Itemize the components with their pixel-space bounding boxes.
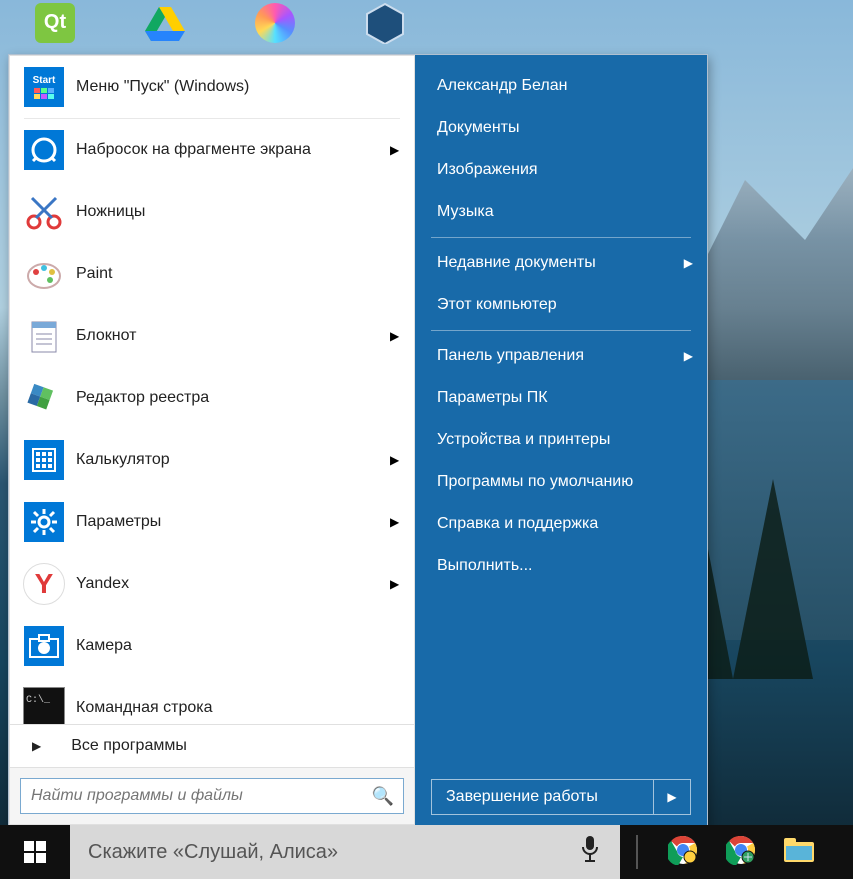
start-menu-app-label: Yandex <box>76 575 390 593</box>
desktop-shortcut-krita[interactable] <box>240 0 310 45</box>
start-menu-app-label: Paint <box>76 265 400 283</box>
start-menu-app-item[interactable]: Y Yandex▶ <box>10 553 414 615</box>
snip-icon <box>22 129 66 171</box>
start-menu-app-label: Ножницы <box>76 203 400 221</box>
start-menu-places-label: Документы <box>437 119 519 136</box>
submenu-arrow-icon: ▶ <box>390 453 400 467</box>
start-menu-places-item[interactable]: Справка и поддержка <box>415 503 707 545</box>
separator <box>431 237 691 238</box>
start-menu-places-item[interactable]: Музыка <box>415 191 707 233</box>
start-menu-places-item[interactable]: Программы по умолчанию <box>415 461 707 503</box>
start-menu-places-label: Выполнить... <box>437 557 533 574</box>
start-menu-places-item[interactable]: Александр Белан <box>415 65 707 107</box>
submenu-arrow-icon: ▶ <box>684 256 693 270</box>
search-container: 🔍 <box>10 767 414 824</box>
shutdown-button[interactable]: Завершение работы <box>432 780 653 814</box>
cmd-icon: C:\_ <box>22 687 66 724</box>
submenu-arrow-icon: ▶ <box>390 329 400 343</box>
start-menu-places-label: Программы по умолчанию <box>437 473 633 490</box>
start-menu-right-panel: Александр Белан Документы Изображения Музык… <box>415 55 707 825</box>
microphone-icon[interactable] <box>580 835 600 869</box>
separator <box>431 330 691 331</box>
start-menu-app-label: Калькулятор <box>76 451 390 469</box>
start-menu-app-label: Командная строка <box>76 699 400 717</box>
start-menu-app-item[interactable]: Ножницы <box>10 181 414 243</box>
shutdown-group: Завершение работы ▶ <box>431 779 691 815</box>
start-menu-places-item[interactable]: Выполнить... <box>415 545 707 587</box>
start-menu-places-label: Устройства и принтеры <box>437 431 610 448</box>
start-menu-places-label: Изображения <box>437 161 538 178</box>
submenu-arrow-icon: ▶ <box>390 143 400 157</box>
all-programs-label: Все программы <box>71 737 187 755</box>
calculator-icon <box>22 439 66 481</box>
start-menu-app-item[interactable]: Набросок на фрагменте экрана▶ <box>10 119 414 181</box>
taskbar-divider <box>636 835 638 869</box>
shutdown-options-button[interactable]: ▶ <box>653 780 690 814</box>
start-menu: Start Меню "Пуск" (Windows) Набросок на фр… <box>8 54 708 826</box>
voice-assistant-prompt: Скажите «Слушай, Алиса» <box>88 841 338 864</box>
arrow-right-icon: ▶ <box>32 739 41 753</box>
start-menu-app-item[interactable]: Параметры▶ <box>10 491 414 553</box>
start-menu-app-item[interactable]: Редактор реестра <box>10 367 414 429</box>
start-menu-app-item[interactable]: Камера <box>10 615 414 677</box>
start-menu-app-label: Параметры <box>76 513 390 531</box>
voice-assistant-bar[interactable]: Скажите «Слушай, Алиса» <box>70 825 620 879</box>
start-menu-app-label: Набросок на фрагменте экрана <box>76 141 390 159</box>
chrome-icon <box>668 835 698 869</box>
start-menu-places-item[interactable]: Изображения <box>415 149 707 191</box>
explorer-icon <box>783 836 815 868</box>
desktop-shortcut-drive[interactable] <box>130 0 200 45</box>
start-menu-app-item[interactable]: C:\_ Командная строка <box>10 677 414 724</box>
all-programs-button[interactable]: ▶ Все программы <box>10 724 414 767</box>
start-icon: Start <box>22 66 66 108</box>
start-menu-app-label: Блокнот <box>76 327 390 345</box>
desktop-shortcut-virtualbox[interactable] <box>350 0 420 45</box>
search-box[interactable]: 🔍 <box>20 778 404 814</box>
start-menu-app-label: Редактор реестра <box>76 389 400 407</box>
chrome-earth-icon <box>726 835 756 869</box>
start-menu-places-label: Недавние документы <box>437 254 596 271</box>
start-button[interactable] <box>0 825 70 879</box>
start-menu-places-item[interactable]: Параметры ПК <box>415 377 707 419</box>
search-icon[interactable]: 🔍 <box>363 786 403 807</box>
start-menu-app-label: Меню "Пуск" (Windows) <box>76 78 400 96</box>
start-menu-places-item[interactable]: Недавние документы ▶ <box>415 242 707 284</box>
settings-icon <box>22 501 66 543</box>
start-menu-app-item[interactable]: Калькулятор▶ <box>10 429 414 491</box>
start-menu-app-item[interactable]: Paint <box>10 243 414 305</box>
regedit-icon <box>22 377 66 419</box>
notepad-icon <box>22 315 66 357</box>
taskbar-pinned-chrome-icon[interactable] <box>654 825 712 879</box>
start-menu-app-label: Камера <box>76 637 400 655</box>
taskbar-pinned-chrome-earth-icon[interactable] <box>712 825 770 879</box>
taskbar: Скажите «Слушай, Алиса» <box>0 825 853 879</box>
start-menu-left-panel: Start Меню "Пуск" (Windows) Набросок на фр… <box>9 55 415 825</box>
start-menu-places-label: Музыка <box>437 203 494 220</box>
submenu-arrow-icon: ▶ <box>390 515 400 529</box>
submenu-arrow-icon: ▶ <box>390 577 400 591</box>
start-menu-places-label: Справка и поддержка <box>437 515 598 532</box>
taskbar-pinned-explorer-icon[interactable] <box>770 825 828 879</box>
start-menu-places-item[interactable]: Устройства и принтеры <box>415 419 707 461</box>
start-menu-places-label: Этот компьютер <box>437 296 557 313</box>
start-menu-places-item[interactable]: Документы <box>415 107 707 149</box>
submenu-arrow-icon: ▶ <box>684 349 693 363</box>
start-menu-places-item[interactable]: Панель управления ▶ <box>415 335 707 377</box>
start-menu-app-item[interactable]: Start Меню "Пуск" (Windows) <box>10 56 414 118</box>
search-input[interactable] <box>21 787 363 805</box>
scissors-icon <box>22 191 66 233</box>
start-menu-places-label: Панель управления <box>437 347 584 364</box>
yandex-icon: Y <box>22 563 66 605</box>
start-menu-places-item[interactable]: Этот компьютер <box>415 284 707 326</box>
start-menu-places-label: Александр Белан <box>437 77 567 94</box>
start-menu-app-item[interactable]: Блокнот▶ <box>10 305 414 367</box>
camera-icon <box>22 625 66 667</box>
desktop-shortcut-qt[interactable]: Qt <box>20 0 90 45</box>
paint-icon <box>22 253 66 295</box>
start-menu-places-label: Параметры ПК <box>437 389 548 406</box>
